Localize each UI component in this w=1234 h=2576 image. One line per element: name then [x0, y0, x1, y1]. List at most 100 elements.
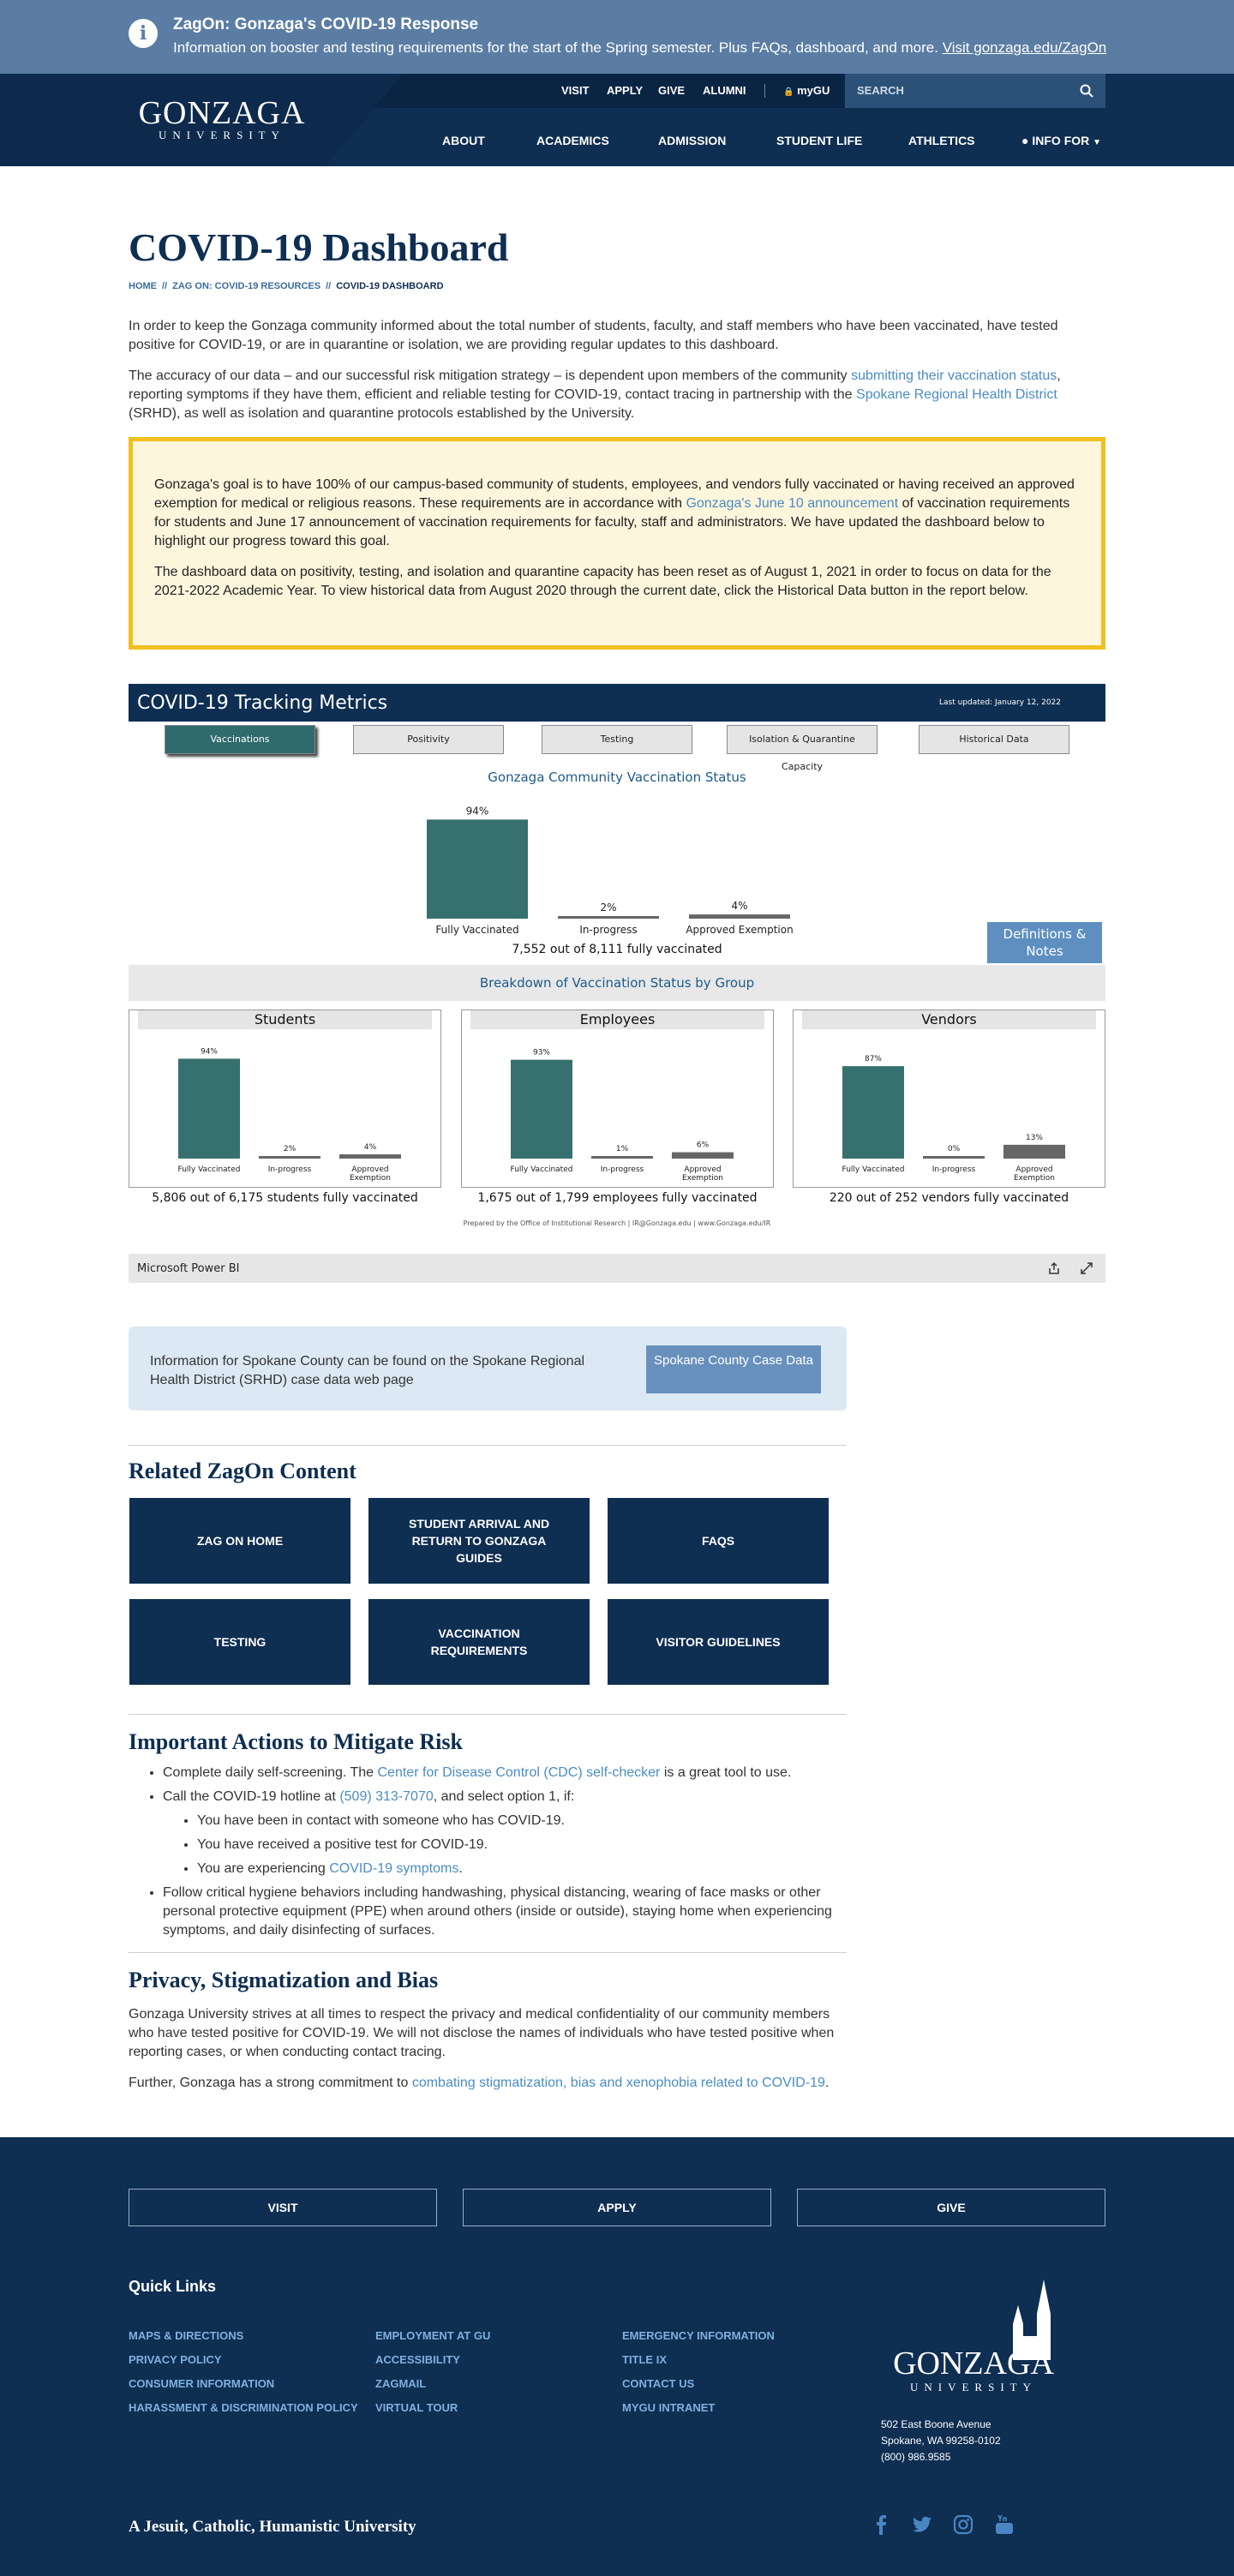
tile-label: VISITOR GUIDELINES: [656, 1635, 781, 1649]
search-input[interactable]: SEARCH: [845, 74, 1072, 108]
category-label-fully-vaccinated: Fully Vaccinated: [511, 1165, 573, 1174]
text-span: Complete daily self-screening. The: [163, 1765, 378, 1780]
tile-label: STUDENT ARRIVAL AND RETURN TO GONZAGA GU…: [408, 1517, 550, 1565]
stigma-paragraph: Further, Gonzaga has a strong commitment…: [129, 2074, 848, 2093]
category-label-approved-exemption: Exemption: [682, 1174, 723, 1183]
powerbi-brand[interactable]: Microsoft Power BI: [137, 1262, 239, 1275]
text-span: is a great tool to use.: [660, 1765, 792, 1780]
hotline-link[interactable]: (509) 313-7070: [339, 1789, 433, 1804]
powerbi-report[interactable]: COVID-19 Tracking Metrics Last updated: …: [129, 684, 1105, 1284]
footer-link[interactable]: PRIVACY POLICY: [129, 2353, 222, 2366]
notice-box: Gonzaga's goal is to have 100% of our ca…: [129, 437, 1105, 650]
text-span: You are experiencing: [197, 1861, 330, 1876]
list-item: You have been in contact with someone wh…: [197, 1812, 848, 1830]
june10-link[interactable]: Gonzaga's June 10 announcement: [686, 496, 898, 511]
tile-vaccination-requirements[interactable]: VACCINATION REQUIREMENTS: [368, 1599, 590, 1685]
category-label-approved-exemption: Exemption: [1014, 1174, 1055, 1183]
related-title: Related ZagOn Content: [129, 1459, 356, 1483]
prepared-by: Prepared by the Office of Institutional …: [463, 1219, 771, 1227]
footer-link[interactable]: ACCESSIBILITY: [375, 2353, 460, 2366]
tagline: A Jesuit, Catholic, Humanistic Universit…: [129, 2518, 416, 2536]
category-label-in-progress: In-progress: [932, 1165, 976, 1174]
data-label-in-progress: 1%: [616, 1145, 629, 1153]
accuracy-paragraph: The accuracy of our data – and our succe…: [129, 367, 1105, 423]
vaccination-status-link[interactable]: submitting their vaccination status: [851, 368, 1057, 383]
search-button[interactable]: [1067, 74, 1105, 108]
alert-link[interactable]: Visit gonzaga.edu/ZagOn: [943, 39, 1107, 56]
footer-link[interactable]: EMERGENCY INFORMATION: [622, 2329, 775, 2342]
nav-about[interactable]: ABOUT: [442, 134, 485, 147]
footer-link[interactable]: CONSUMER INFORMATION: [129, 2377, 274, 2390]
nav-admission[interactable]: ADMISSION: [658, 134, 726, 147]
bar-in-progress: [923, 1156, 985, 1159]
footer-visit-button[interactable]: VISIT: [129, 2189, 437, 2226]
mygu-link[interactable]: 🔒 myGU: [783, 84, 830, 97]
tile-faqs[interactable]: FAQS: [608, 1498, 829, 1584]
footer-link[interactable]: MYGU INTRANET: [622, 2401, 715, 2414]
fullscreen-icon[interactable]: [1080, 1261, 1093, 1275]
footer-link[interactable]: MAPS & DIRECTIONS: [129, 2329, 243, 2342]
info-icon: i: [129, 19, 158, 48]
breadcrumb-home[interactable]: HOME: [129, 281, 157, 291]
utility-link-alumni[interactable]: ALUMNI: [703, 84, 746, 97]
privacy-title: Privacy, Stigmatization and Bias: [129, 1968, 439, 1992]
tile-visitor-guidelines[interactable]: VISITOR GUIDELINES: [608, 1599, 829, 1685]
divider: [129, 1714, 847, 1715]
facebook-icon[interactable]: [871, 2514, 891, 2535]
nav-student-life[interactable]: STUDENT LIFE: [776, 134, 862, 147]
phone: (800) 986.9585: [881, 2451, 951, 2463]
category-label-approved-exemption: Exemption: [350, 1174, 391, 1183]
covid-symptoms-link[interactable]: COVID-19 symptoms: [329, 1861, 458, 1876]
stigmatization-link[interactable]: combating stigmatization, bias and xenop…: [412, 2076, 825, 2090]
category-label-approved-exemption: Approved: [351, 1165, 388, 1174]
category-label-approved-exemption: Approved: [684, 1165, 721, 1174]
site-header: GONZAGA UNIVERSITY VISIT APPLY GIVE ALUM…: [0, 74, 1234, 166]
instagram-icon[interactable]: [953, 2514, 973, 2535]
category-label-in-progress: In-progress: [601, 1165, 644, 1174]
text-span: The accuracy of our data – and our succe…: [129, 368, 852, 383]
footer-give-button[interactable]: GIVE: [797, 2189, 1105, 2226]
nav-academics[interactable]: ACADEMICS: [536, 134, 609, 147]
county-case-data-button[interactable]: Spokane County Case Data: [646, 1345, 821, 1393]
county-info-text: Information for Spokane County can be fo…: [150, 1354, 585, 1387]
footer-link[interactable]: EMPLOYMENT AT GU: [375, 2329, 490, 2342]
srhd-link[interactable]: Spokane Regional Health District: [856, 387, 1057, 402]
utility-link-visit[interactable]: VISIT: [561, 84, 590, 97]
divider: [129, 1445, 847, 1446]
bar-fully-vaccinated: [511, 1059, 572, 1159]
breadcrumb-separator: //: [326, 281, 332, 291]
breadcrumb-zagon[interactable]: ZAG ON: COVID-19 RESOURCES: [172, 281, 320, 291]
data-label-fully-vaccinated: 94%: [201, 1047, 218, 1056]
footer-logo[interactable]: GONZAGA UNIVERSITY: [879, 2346, 1068, 2394]
utility-link-give[interactable]: GIVE: [658, 84, 685, 97]
gonzaga-logo[interactable]: GONZAGA UNIVERSITY: [129, 96, 315, 142]
breadcrumb: HOME // ZAG ON: COVID-19 RESOURCES // COVID-…: [129, 281, 444, 291]
tile-student-arrival[interactable]: STUDENT ARRIVAL AND RETURN TO GONZAGA GU…: [368, 1498, 590, 1584]
nav-athletics[interactable]: ATHLETICS: [908, 134, 975, 147]
footer-apply-button[interactable]: APPLY: [463, 2189, 771, 2226]
tile-label: VACCINATION REQUIREMENTS: [430, 1626, 528, 1657]
youtube-icon[interactable]: [994, 2514, 1015, 2535]
employees-caption: 1,675 out of 1,799 employees fully vacci…: [477, 1191, 758, 1205]
cdc-self-checker-link[interactable]: Center for Disease Control (CDC) self-ch…: [378, 1765, 661, 1780]
share-icon[interactable]: [1047, 1261, 1061, 1275]
info-for-label: INFO FOR: [1032, 134, 1090, 147]
nav-info-for[interactable]: ● INFO FOR ▼: [1021, 134, 1101, 147]
tile-zagon-home[interactable]: ZAG ON HOME: [129, 1498, 350, 1584]
footer-link[interactable]: TITLE IX: [622, 2353, 667, 2366]
address-line: Spokane, WA 99258-0102: [881, 2435, 1001, 2447]
category-label-approved-exemption: Approved: [1015, 1165, 1052, 1174]
footer-link[interactable]: CONTACT US: [622, 2377, 694, 2390]
divider: [129, 1952, 847, 1953]
footer-link[interactable]: VIRTUAL TOUR: [375, 2401, 458, 2414]
footer-link[interactable]: ZAGMAIL: [375, 2377, 426, 2390]
address-line: 502 East Boone Avenue: [881, 2418, 991, 2430]
footer-link[interactable]: HARASSMENT & DISCRIMINATION POLICY: [129, 2401, 358, 2414]
twitter-icon[interactable]: [912, 2514, 932, 2535]
text-span: Further, Gonzaga has a strong commitment…: [129, 2076, 412, 2090]
utility-divider: [764, 84, 765, 98]
tile-testing[interactable]: TESTING: [129, 1599, 350, 1685]
caret-down-icon: ▼: [1093, 138, 1102, 147]
utility-link-apply[interactable]: APPLY: [607, 84, 643, 97]
group-charts: 94% Fully Vaccinated 2% In-progress 4% Approv…: [178, 1047, 1065, 1183]
